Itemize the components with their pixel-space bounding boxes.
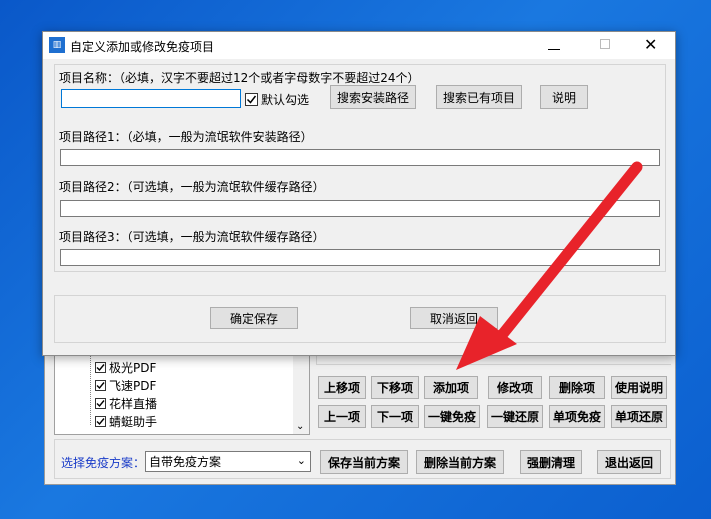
annotation-arrow <box>456 161 643 370</box>
arrow-shaft <box>488 161 643 351</box>
